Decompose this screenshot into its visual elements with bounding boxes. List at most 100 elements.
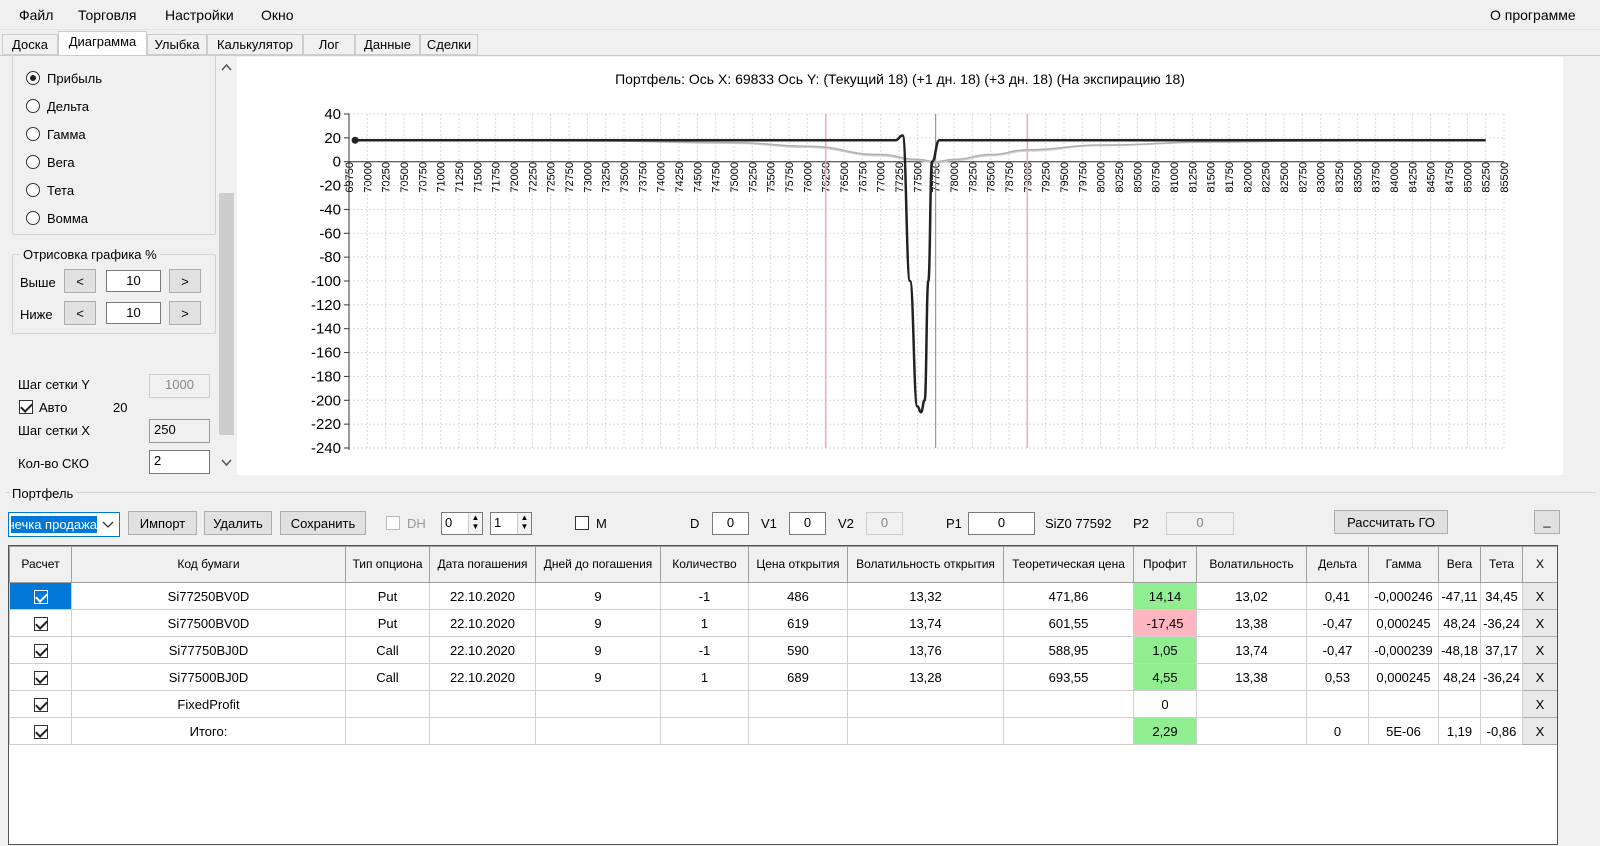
table-cell (660, 690, 749, 718)
tab-log[interactable]: Лог (303, 34, 355, 55)
chevron-down-icon[interactable] (97, 513, 119, 536)
table-row[interactable]: Si77500BV0D Put 22.10.2020 9 1 619 13,74 601,55… (9, 609, 1557, 637)
p2-input[interactable]: 0 (1166, 512, 1234, 535)
menu-file[interactable]: Файл (19, 7, 53, 23)
col-header-theta[interactable]: Тета (1480, 546, 1523, 583)
dh-checkbox[interactable] (386, 516, 400, 530)
tab-smile[interactable]: Улыбка (147, 34, 207, 55)
x-tick-label: 84250 (1407, 162, 1419, 193)
spin2-arrows-icon[interactable]: ▲ ▼ (517, 513, 531, 534)
table-cell: 486 (748, 582, 848, 610)
calc-margin-button[interactable]: Рассчитать ГО (1334, 510, 1448, 534)
calc-checkbox-cell[interactable] (9, 636, 72, 664)
minimize-button[interactable]: _ (1534, 510, 1560, 534)
d-input[interactable]: 0 (712, 512, 749, 535)
import-button[interactable]: Импорт (128, 511, 197, 535)
remove-row-button[interactable]: X (1522, 690, 1557, 718)
save-button[interactable]: Сохранить (280, 511, 366, 535)
calc-checkbox-cell[interactable] (9, 690, 72, 718)
m-checkbox[interactable] (575, 516, 589, 530)
x-tick-label: 76500 (839, 162, 851, 193)
spin1-arrows-icon[interactable]: ▲ ▼ (468, 513, 482, 534)
calc-checkbox-cell[interactable] (9, 582, 72, 610)
col-header-days[interactable]: Дней до погашения (535, 546, 661, 583)
col-header-open-vol[interactable]: Волатильность открытия (847, 546, 1004, 583)
strategy-select[interactable]: Точечка продажа (8, 512, 120, 537)
below-decrease-button[interactable]: < (64, 301, 96, 325)
payoff-chart[interactable]: Портфель: Ось X: 69833 Ось Y: (Текущий 1… (237, 57, 1563, 475)
remove-row-button[interactable]: X (1522, 717, 1557, 745)
v2-input[interactable]: 0 (866, 512, 903, 535)
below-increase-button[interactable]: > (169, 301, 201, 325)
calc-checkbox[interactable] (33, 643, 48, 658)
table-row[interactable]: Итого: 2,29 0 5E-06 1,19 -0,86 X (9, 717, 1557, 745)
tab-board[interactable]: Доска (2, 34, 58, 55)
remove-row-button[interactable]: X (1522, 609, 1557, 637)
remove-row-button[interactable]: X (1522, 636, 1557, 664)
col-header-open-price[interactable]: Цена открытия (748, 546, 848, 583)
col-header-profit[interactable]: Профит (1133, 546, 1197, 583)
col-header-remove[interactable]: X (1522, 546, 1557, 583)
col-header-code[interactable]: Код бумаги (71, 546, 346, 583)
table-cell: Si77750BJ0D (71, 636, 346, 664)
tab-calculator[interactable]: Калькулятор (207, 34, 303, 55)
col-header-qty[interactable]: Количество (660, 546, 749, 583)
x-tick-label: 80750 (1151, 162, 1163, 193)
chevron-up-icon[interactable] (221, 63, 232, 71)
col-header-calc[interactable]: Расчет (9, 546, 72, 583)
x-tick-label: 70250 (381, 162, 393, 193)
tab-chart[interactable]: Диаграмма (58, 31, 147, 55)
calc-checkbox-cell[interactable] (9, 717, 72, 745)
calc-checkbox-cell[interactable] (9, 663, 72, 691)
col-header-type[interactable]: Тип опциона (345, 546, 430, 583)
col-header-gamma[interactable]: Гамма (1368, 546, 1439, 583)
tab-deals[interactable]: Сделки (420, 34, 478, 55)
calc-checkbox[interactable] (33, 697, 48, 712)
above-decrease-button[interactable]: < (64, 269, 96, 293)
chevron-down-icon[interactable] (221, 459, 232, 467)
settings-scrollbar[interactable] (218, 57, 235, 475)
spin2-input[interactable]: 1 ▲ ▼ (490, 512, 532, 535)
positions-table: Расчет Код бумаги Тип опциона Дата погаш… (9, 546, 1557, 745)
table-row[interactable]: FixedProfit 0 X (9, 690, 1557, 718)
positions-grid[interactable]: Расчет Код бумаги Тип опциона Дата погаш… (8, 545, 1558, 845)
v1-input[interactable]: 0 (789, 512, 826, 535)
col-header-expiry[interactable]: Дата погашения (429, 546, 536, 583)
above-increase-button[interactable]: > (169, 269, 201, 293)
col-header-theor-price[interactable]: Теоретическая цена (1003, 546, 1134, 583)
calc-checkbox-cell[interactable] (9, 609, 72, 637)
grid-x-input[interactable]: 250 (149, 419, 210, 443)
table-cell: 14,14 (1133, 582, 1197, 610)
menu-trade[interactable]: Торговля (78, 7, 136, 23)
menu-settings[interactable]: Настройки (165, 7, 234, 23)
tab-data[interactable]: Данные (355, 34, 420, 55)
x-tick-label: 82250 (1261, 162, 1273, 193)
col-header-vega[interactable]: Вега (1438, 546, 1481, 583)
grid-y-input[interactable]: 1000 (149, 374, 210, 398)
table-row[interactable]: Si77500BJ0D Call 22.10.2020 9 1 689 13,28 693,5… (9, 663, 1557, 691)
calc-checkbox[interactable] (33, 670, 48, 685)
menu-about[interactable]: О программе (1490, 7, 1576, 23)
above-input[interactable]: 10 (106, 270, 161, 292)
spin1-input[interactable]: 0 ▲ ▼ (441, 512, 483, 535)
calc-checkbox[interactable] (33, 616, 48, 631)
remove-row-button[interactable]: X (1522, 582, 1557, 610)
scrollbar-thumb[interactable] (219, 193, 234, 435)
table-row[interactable]: Si77250BV0D Put 22.10.2020 9 -1 486 13,32 471,8… (9, 582, 1557, 610)
below-input[interactable]: 10 (106, 302, 161, 324)
x-tick-label: 78000 (949, 162, 961, 193)
table-row[interactable]: Si77750BJ0D Call 22.10.2020 9 -1 590 13,76 588,… (9, 636, 1557, 664)
menu-window[interactable]: Окно (261, 7, 294, 23)
delete-button[interactable]: Удалить (204, 511, 272, 535)
p1-input[interactable]: 0 (968, 512, 1035, 535)
remove-row-button[interactable]: X (1522, 663, 1557, 691)
calc-checkbox[interactable] (33, 724, 48, 739)
col-header-vol[interactable]: Волатильность (1196, 546, 1307, 583)
chart-panel[interactable]: Портфель: Ось X: 69833 Ось Y: (Текущий 1… (237, 57, 1563, 475)
col-header-delta[interactable]: Дельта (1306, 546, 1369, 583)
auto-checkbox[interactable] (19, 400, 33, 414)
sko-input[interactable]: 2 (149, 450, 210, 474)
table-cell: Put (345, 582, 430, 610)
tab-strip: Доска Диаграмма Улыбка Калькулятор Лог Д… (0, 31, 1600, 55)
calc-checkbox[interactable] (33, 589, 48, 604)
